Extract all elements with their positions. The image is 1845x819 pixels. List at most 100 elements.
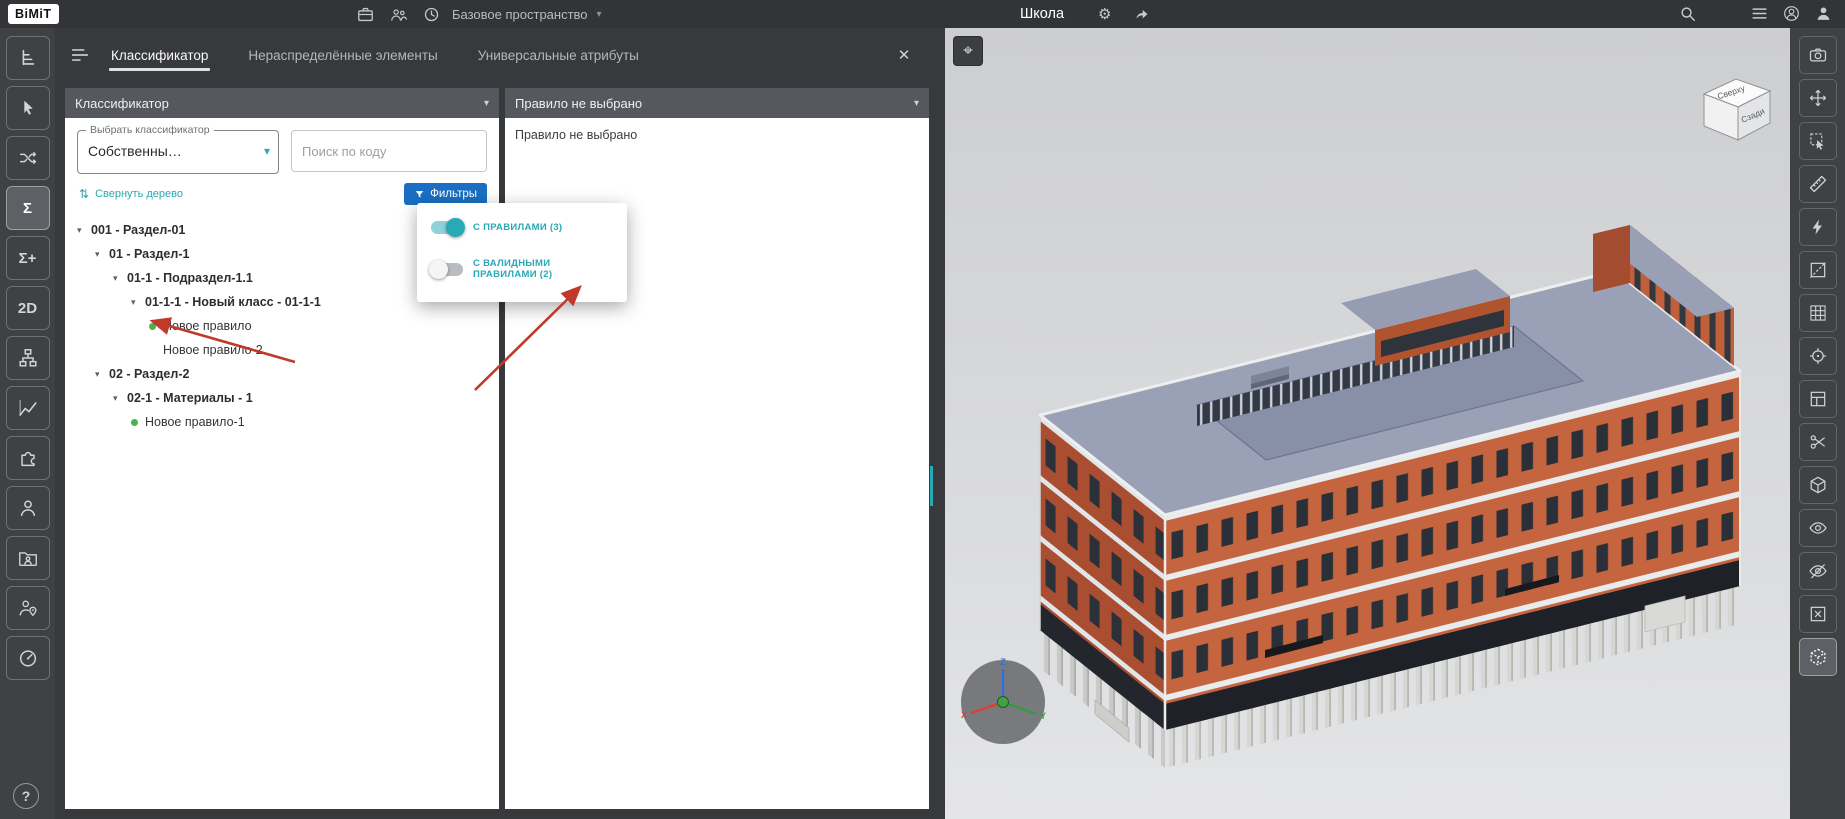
toggle-label: С ПРАВИЛАМИ (3) — [473, 222, 563, 233]
tool-measure[interactable] — [1798, 165, 1837, 203]
tree-item[interactable]: ▾ 02-1 - Материалы - 1 — [65, 386, 499, 410]
tool-show-elements[interactable] — [1798, 509, 1837, 547]
share-icon[interactable] — [1132, 4, 1151, 23]
locate-icon — [1808, 346, 1828, 366]
user-icon[interactable] — [1814, 4, 1833, 23]
building-model[interactable] — [945, 28, 1790, 819]
tree-item-label: 001 - Раздел-01 — [91, 223, 186, 237]
tool-plugins[interactable] — [5, 436, 50, 480]
section-cut-icon — [1808, 432, 1828, 452]
tool-isolate[interactable] — [1798, 595, 1837, 633]
tool-hide-elements[interactable] — [1798, 552, 1837, 590]
help-button[interactable]: ? — [13, 783, 39, 809]
tree-item[interactable]: Новое правило-2 — [65, 338, 499, 362]
chevron-down-icon: ▾ — [596, 8, 602, 20]
caret-icon[interactable]: ▾ — [113, 273, 127, 284]
tool-floor-plan[interactable] — [1798, 380, 1837, 418]
tab-1[interactable]: Нераспределённые элементы — [246, 28, 439, 82]
rule-status-dot — [131, 418, 138, 426]
floor-plan-icon — [1808, 389, 1828, 409]
tree-item[interactable]: Новое правило-1 — [65, 410, 499, 434]
tab-2[interactable]: Универсальные атрибуты — [476, 28, 641, 82]
tool-user-location[interactable] — [5, 586, 50, 630]
tool-dashboard[interactable] — [5, 636, 50, 680]
classifier-tree: ▾ 001 - Раздел-01 ▾ 01 - Раздел-1 ▾ 01-1 - По… — [65, 218, 499, 809]
funnel-icon — [414, 189, 425, 200]
filter-toggle-1[interactable]: С ВАЛИДНЫМИ ПРАВИЛАМИ (2) — [417, 246, 627, 292]
tree-item[interactable]: Новое правило — [65, 314, 499, 338]
classifier-panel: Классификатор ▾ Выбрать классификатор Со… — [65, 88, 499, 809]
tool-model-tree[interactable] — [5, 36, 50, 80]
tool-section-box[interactable] — [1798, 251, 1837, 289]
tool-analytics[interactable] — [5, 386, 50, 430]
tool-transparent-mode[interactable] — [1798, 638, 1837, 676]
portfolio-icon[interactable] — [356, 5, 375, 24]
tool-users[interactable] — [5, 486, 50, 530]
toggle-knob — [429, 259, 448, 279]
settings-gear-icon[interactable]: ⚙ — [1098, 0, 1111, 28]
caret-icon[interactable]: ▾ — [77, 225, 91, 236]
tool-view-2d[interactable]: 2D — [5, 286, 50, 330]
panel-tab-bar: Классификатор Нераспределённые элементы Ун… — [55, 28, 931, 82]
filter-toggle-0[interactable]: С ПРАВИЛАМИ (3) — [417, 209, 627, 246]
toggle-switch[interactable] — [431, 218, 465, 237]
panel-tabs: Классификатор Нераспределённые элементы Ун… — [109, 28, 641, 82]
panel-menu-icon[interactable] — [69, 44, 91, 66]
tool-locate[interactable] — [1798, 337, 1837, 375]
tree-item[interactable]: ▾ 02 - Раздел-2 — [65, 362, 499, 386]
classifier-select[interactable]: Выбрать классификатор Собственны… ▾ — [77, 124, 279, 174]
code-search-input[interactable] — [291, 130, 487, 172]
caret-icon[interactable]: ▾ — [113, 393, 127, 404]
tree-item-label: 01-1 - Подраздел-1.1 — [127, 271, 253, 285]
classifier-panel-header[interactable]: Классификатор ▾ — [65, 88, 499, 118]
analytics-icon — [17, 397, 39, 419]
view-cube[interactable]: Сверху Сзади — [1690, 70, 1782, 146]
chevron-down-icon: ▾ — [263, 144, 270, 158]
caret-icon[interactable]: ▾ — [95, 249, 109, 260]
tool-connections[interactable] — [5, 136, 50, 180]
fit-view-button[interactable]: ⌖ — [953, 36, 983, 66]
account-circle-icon[interactable] — [1782, 4, 1801, 23]
tool-model-cube[interactable] — [1798, 466, 1837, 504]
tool-add-rules[interactable]: Σ+ — [5, 236, 50, 280]
pan-icon — [1808, 88, 1828, 108]
collapse-tree-link[interactable]: ⇅ Свернуть дерево — [79, 187, 183, 201]
close-icon[interactable]: ✕ — [893, 44, 915, 66]
view-2d-icon: 2D — [17, 299, 38, 317]
plugins-icon — [17, 447, 39, 469]
tool-section-cut[interactable] — [1798, 423, 1837, 461]
menu-icon[interactable] — [1750, 4, 1769, 23]
tool-screenshot[interactable] — [1798, 36, 1837, 74]
tool-structure[interactable] — [5, 336, 50, 380]
toggle-label: С ВАЛИДНЫМИ ПРАВИЛАМИ (2) — [473, 258, 553, 280]
viewport-3d[interactable]: ⌖ Сверху Сзади Z X Y — [945, 28, 1790, 819]
tool-classifier-rules[interactable]: Σ — [5, 186, 50, 230]
nav-gizmo[interactable]: Z X Y — [957, 656, 1049, 748]
structure-icon — [17, 347, 39, 369]
caret-icon[interactable]: ▾ — [131, 297, 145, 308]
search-icon[interactable] — [1678, 4, 1697, 23]
classifier-rules-icon: Σ — [22, 199, 32, 217]
tool-select-tool[interactable] — [5, 86, 50, 130]
toggle-switch[interactable] — [429, 259, 463, 279]
tab-0[interactable]: Классификатор — [109, 28, 211, 82]
connections-icon — [17, 147, 39, 169]
workspace-selector[interactable]: Базовое пространство ▾ — [452, 0, 602, 28]
history-icon[interactable] — [422, 5, 441, 24]
users-icon — [17, 497, 39, 519]
team-icon[interactable] — [389, 5, 408, 24]
tool-grids-levels[interactable] — [1798, 294, 1837, 332]
tool-roles[interactable] — [5, 536, 50, 580]
panel-resize-handle[interactable] — [930, 466, 933, 506]
tool-frame-select[interactable] — [1798, 122, 1837, 160]
tree-item-label: 01-1-1 - Новый класс - 01-1-1 — [145, 295, 321, 309]
rule-panel-header[interactable]: Правило не выбрано ▾ — [505, 88, 929, 118]
dashboard-icon — [17, 647, 39, 669]
filters-button[interactable]: Фильтры — [404, 183, 487, 205]
tool-clash-check[interactable] — [1798, 208, 1837, 246]
caret-icon[interactable]: ▾ — [95, 369, 109, 380]
tool-pan[interactable] — [1798, 79, 1837, 117]
filters-popup: С ПРАВИЛАМИ (3) С ВАЛИДНЫМИ ПРАВИЛАМИ (2) — [417, 203, 627, 302]
filters-popup-body: С ПРАВИЛАМИ (3) С ВАЛИДНЫМИ ПРАВИЛАМИ (2) — [417, 209, 627, 292]
tree-item-label: 02 - Раздел-2 — [109, 367, 190, 381]
